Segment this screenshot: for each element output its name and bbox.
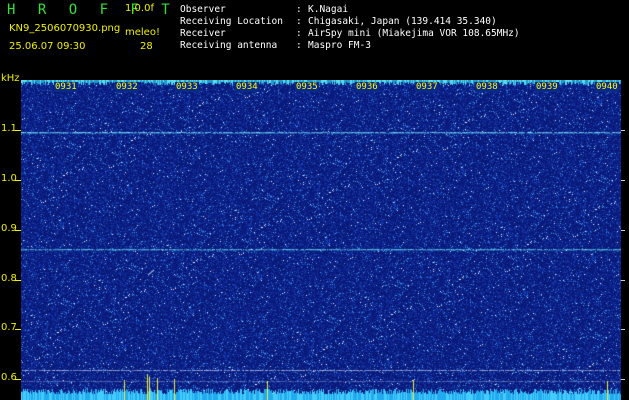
- right-tick: [621, 379, 625, 380]
- capture-datetime: 25.06.07 09:30: [9, 41, 86, 52]
- time-label: 0935: [295, 82, 319, 92]
- right-tick: [621, 230, 625, 231]
- right-tick: [621, 280, 625, 281]
- version-label: 1.0.0f: [125, 3, 154, 14]
- time-label: 0939: [535, 82, 559, 92]
- freq-label: 0.9: [1, 223, 17, 234]
- time-label: 0934: [235, 82, 259, 92]
- info-label-location: Receiving Location: [180, 16, 283, 27]
- freq-label: 1.1: [1, 123, 17, 134]
- meteor-count: 28: [140, 41, 153, 52]
- time-label: 0932: [115, 82, 139, 92]
- info-value-antenna: Maspro FM-3: [308, 40, 371, 51]
- time-label: 0936: [355, 82, 379, 92]
- info-colon: :: [296, 16, 302, 27]
- info-colon: :: [296, 4, 302, 15]
- right-tick: [621, 329, 625, 330]
- info-colon: :: [296, 40, 302, 51]
- freq-label: 0.7: [1, 322, 17, 333]
- meteor-label: meleo!: [125, 27, 160, 38]
- right-tick: [621, 130, 625, 131]
- info-value-location: Chigasaki, Japan (139.414 35.340): [308, 16, 497, 27]
- time-label: 0938: [475, 82, 499, 92]
- freq-label: 1.0: [1, 173, 17, 184]
- info-label-observer: Observer: [180, 4, 226, 15]
- waterfall-spectrogram[interactable]: [21, 80, 621, 400]
- info-colon: :: [296, 28, 302, 39]
- time-label: 0937: [415, 82, 439, 92]
- freq-unit-label: kHz: [1, 73, 20, 84]
- info-value-receiver: AirSpy mini (Miakejima VOR 108.65MHz): [308, 28, 520, 39]
- freq-label: 0.6: [1, 372, 17, 383]
- info-label-antenna: Receiving antenna: [180, 40, 278, 51]
- right-tick: [621, 180, 625, 181]
- info-value-observer: K.Nagai: [308, 4, 349, 15]
- freq-label: 0.8: [1, 273, 17, 284]
- time-label: 0940: [595, 82, 619, 92]
- file-name: KN9_2506070930.png: [9, 23, 121, 34]
- time-label: 0933: [175, 82, 199, 92]
- right-scale: [621, 80, 629, 400]
- spectrogram-canvas: [21, 80, 621, 400]
- time-label: 0931: [54, 82, 78, 92]
- info-label-receiver: Receiver: [180, 28, 226, 39]
